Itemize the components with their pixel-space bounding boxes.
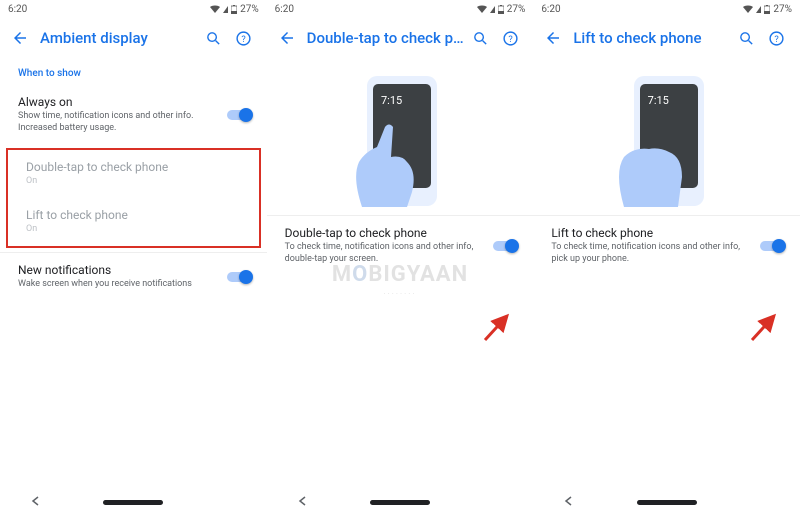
setting-subtitle: Show time, notification icons and other … — [18, 111, 249, 134]
app-bar: Lift to check phone ? — [533, 18, 800, 58]
wifi-icon — [210, 5, 220, 13]
illustration: 7:15 — [267, 58, 534, 215]
panel-double-tap: 6:20 27% Double-tap to check ph.. ? 7:15 — [267, 0, 534, 516]
help-button[interactable]: ? — [231, 25, 257, 51]
setting-subtitle: To check time, notification icons and ot… — [551, 242, 782, 265]
status-icons: 27% — [210, 4, 259, 15]
search-button[interactable] — [467, 25, 493, 51]
search-button[interactable] — [734, 25, 760, 51]
nav-home-pill[interactable] — [103, 500, 163, 505]
app-bar: Ambient display ? — [0, 18, 267, 58]
setting-subtitle: Wake screen when you receive notificatio… — [18, 279, 249, 291]
setting-title: New notifications — [18, 263, 249, 277]
illus-time: 7:15 — [381, 94, 402, 107]
setting-title: Double-tap to check phone — [285, 226, 516, 240]
help-icon: ? — [768, 30, 785, 47]
signal-icon — [490, 6, 495, 13]
arrow-back-icon — [11, 29, 29, 47]
illus-time: 7:15 — [648, 94, 669, 107]
svg-text:?: ? — [241, 34, 245, 45]
nav-back[interactable] — [298, 495, 308, 510]
search-icon — [472, 30, 489, 47]
help-icon: ? — [235, 30, 252, 47]
page-title: Lift to check phone — [567, 29, 734, 47]
setting-subtitle: To check time, notification icons and ot… — [285, 242, 516, 265]
setting-double-tap[interactable]: Double-tap to check phone On — [8, 150, 259, 198]
signal-icon — [223, 6, 228, 13]
status-icons: 27% — [743, 4, 792, 15]
status-bar: 6:20 27% — [533, 0, 800, 18]
toggle-lift[interactable] — [760, 239, 786, 253]
arrow-back-icon — [278, 29, 296, 47]
setting-title: Lift to check phone — [551, 226, 782, 240]
nav-home-pill[interactable] — [637, 500, 697, 505]
search-icon — [205, 30, 222, 47]
setting-subtitle: On — [26, 176, 241, 188]
toggle-new-notifications[interactable] — [227, 270, 253, 284]
battery-icon — [231, 5, 237, 14]
wifi-icon — [477, 5, 487, 13]
panel-lift: 6:20 27% Lift to check phone ? 7:15 — [533, 0, 800, 516]
annotation-arrow — [746, 308, 782, 344]
back-button[interactable] — [273, 24, 301, 52]
setting-double-tap-toggle[interactable]: Double-tap to check phone To check time,… — [267, 216, 534, 275]
page-title: Double-tap to check ph.. — [301, 29, 468, 47]
setting-title: Double-tap to check phone — [26, 160, 241, 174]
help-button[interactable]: ? — [497, 25, 523, 51]
wifi-icon — [743, 5, 753, 13]
panel-ambient-display: 6:20 27% Ambient display ? When to show … — [0, 0, 267, 516]
help-icon: ? — [502, 30, 519, 47]
annotation-arrow — [479, 308, 515, 344]
signal-icon — [756, 6, 761, 13]
back-button[interactable] — [539, 24, 567, 52]
status-time: 6:20 — [541, 4, 560, 15]
battery-icon — [764, 5, 770, 14]
back-button[interactable] — [6, 24, 34, 52]
hand-hold-icon — [614, 117, 694, 207]
setting-new-notifications[interactable]: New notifications Wake screen when you r… — [0, 253, 267, 301]
navigation-bar — [0, 488, 267, 516]
nav-home-pill[interactable] — [370, 500, 430, 505]
nav-back[interactable] — [31, 495, 41, 510]
status-bar: 6:20 27% — [267, 0, 534, 18]
search-button[interactable] — [201, 25, 227, 51]
nav-back[interactable] — [564, 495, 574, 510]
highlight-box: Double-tap to check phone On Lift to che… — [6, 148, 261, 247]
toggle-always-on[interactable] — [227, 108, 253, 122]
battery-percent: 27% — [240, 4, 259, 15]
status-icons: 27% — [477, 4, 526, 15]
help-button[interactable]: ? — [764, 25, 790, 51]
app-bar: Double-tap to check ph.. ? — [267, 18, 534, 58]
setting-lift[interactable]: Lift to check phone On — [8, 198, 259, 246]
setting-always-on[interactable]: Always on Show time, notification icons … — [0, 85, 267, 144]
setting-title: Lift to check phone — [26, 208, 241, 222]
setting-title: Always on — [18, 95, 249, 109]
illustration: 7:15 — [533, 58, 800, 215]
setting-subtitle: On — [26, 224, 241, 236]
navigation-bar — [267, 488, 534, 516]
navigation-bar — [533, 488, 800, 516]
svg-text:?: ? — [508, 34, 512, 45]
search-icon — [738, 30, 755, 47]
setting-lift-toggle[interactable]: Lift to check phone To check time, notif… — [533, 216, 800, 275]
page-title: Ambient display — [34, 29, 201, 47]
hand-tap-icon — [347, 117, 427, 207]
section-when-to-show: When to show — [0, 58, 267, 85]
svg-text:?: ? — [775, 34, 779, 45]
status-bar: 6:20 27% — [0, 0, 267, 18]
toggle-double-tap[interactable] — [493, 239, 519, 253]
arrow-back-icon — [544, 29, 562, 47]
battery-percent: 27% — [507, 4, 526, 15]
status-time: 6:20 — [8, 4, 27, 15]
battery-icon — [498, 5, 504, 14]
status-time: 6:20 — [275, 4, 294, 15]
battery-percent: 27% — [773, 4, 792, 15]
